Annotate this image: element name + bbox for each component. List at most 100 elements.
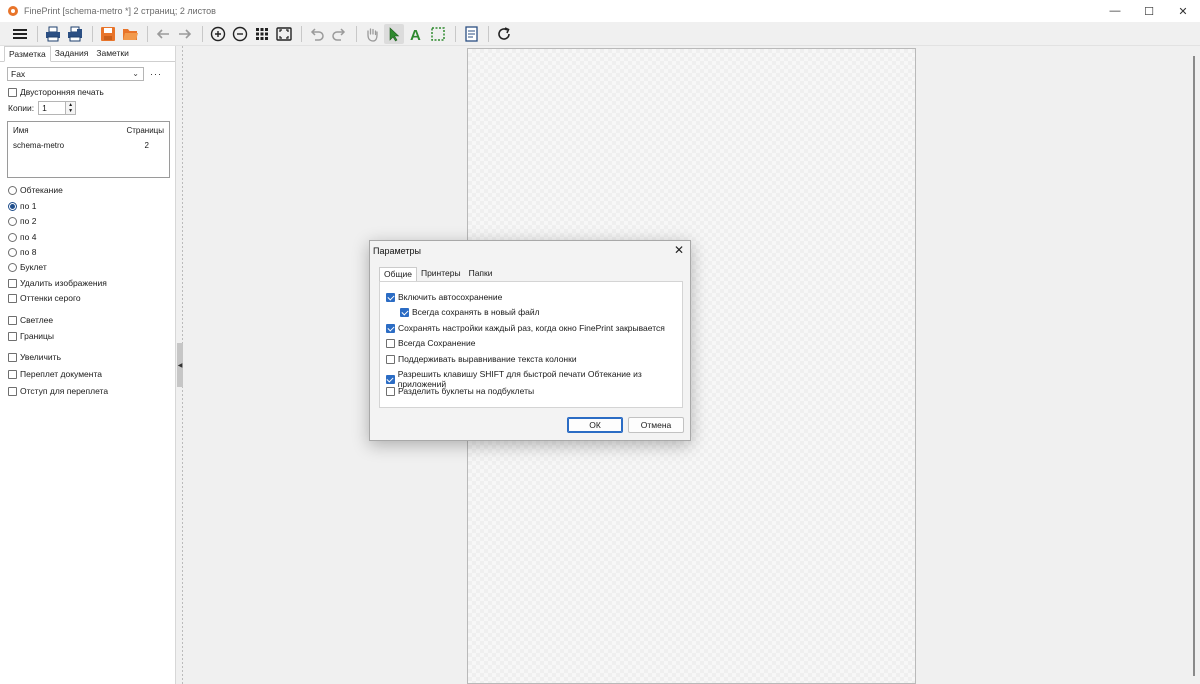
grid-icon[interactable] [252, 24, 272, 44]
printer-more-button[interactable]: ··· [150, 69, 162, 79]
fit-page-icon[interactable] [274, 24, 294, 44]
tab-notes[interactable]: Заметки [92, 46, 133, 62]
option-label: Всегда Сохранение [398, 338, 476, 348]
tab-jobs[interactable]: Задания [51, 46, 93, 62]
save-new-file-checkbox[interactable] [400, 307, 409, 317]
scrollbar-thumb[interactable] [1193, 56, 1195, 676]
layout-option-booklet[interactable]: Буклет [8, 262, 47, 272]
printer-select-value: Fax [11, 69, 26, 79]
column-pages: Страницы [126, 126, 164, 135]
option-autosave[interactable]: Включить автосохранение [386, 292, 502, 302]
refresh-icon[interactable] [494, 24, 514, 44]
open-folder-icon[interactable] [120, 24, 140, 44]
grayscale-checkbox[interactable] [8, 293, 17, 303]
radio-2up[interactable] [8, 216, 17, 226]
redo-icon[interactable] [329, 24, 349, 44]
option-always-save[interactable]: Всегда Сохранение [386, 338, 475, 348]
jobs-list[interactable]: Имя Страницы schema-metro 2 [7, 121, 170, 178]
always-save-checkbox[interactable] [386, 338, 395, 348]
binding-row[interactable]: Переплет документа [8, 369, 102, 379]
option-column-alignment[interactable]: Поддерживать выравнивание текста колонки [386, 354, 577, 364]
lighter-row[interactable]: Светлее [8, 315, 53, 325]
gutter-row[interactable]: Отступ для переплета [8, 386, 108, 396]
fineprint-app-icon [8, 6, 18, 16]
layout-option-wrap[interactable]: Обтекание [8, 185, 63, 195]
print-icon[interactable] [43, 24, 63, 44]
radio-label: Обтекание [20, 185, 63, 195]
forward-arrow-icon[interactable] [175, 24, 195, 44]
layout-option-4up[interactable]: по 4 [8, 232, 36, 242]
pointer-icon[interactable] [384, 23, 404, 44]
notes-icon[interactable] [461, 24, 481, 44]
checkbox-label: Переплет документа [20, 369, 102, 379]
tab-folders[interactable]: Папки [465, 267, 497, 281]
hand-icon[interactable] [362, 24, 382, 44]
dialog-tabs: Общие Принтеры Папки [379, 267, 497, 281]
ok-button[interactable]: ОК [567, 417, 623, 433]
close-icon[interactable]: ✕ [674, 243, 684, 257]
menu-icon[interactable] [10, 24, 30, 44]
save-settings-checkbox[interactable] [386, 323, 395, 333]
main-toolbar: A [0, 22, 1200, 46]
collapse-panel-icon[interactable]: ◀ [177, 343, 183, 387]
vertical-scrollbar[interactable] [1188, 46, 1200, 684]
printer-select[interactable]: Fax ⌄ [7, 67, 144, 81]
spinner-down-icon[interactable]: ▼ [68, 108, 73, 114]
tab-general[interactable]: Общие [379, 267, 417, 281]
duplex-checkbox[interactable] [8, 87, 17, 97]
lighter-checkbox[interactable] [8, 315, 17, 325]
back-arrow-icon[interactable] [153, 24, 173, 44]
select-icon[interactable] [428, 24, 448, 44]
option-split-booklets[interactable]: Разделить буклеты на подбуклеты [386, 386, 534, 396]
remove-images-checkbox[interactable] [8, 278, 17, 288]
gutter-checkbox[interactable] [8, 386, 17, 396]
enlarge-row[interactable]: Увеличить [8, 352, 61, 362]
copies-spinner[interactable]: ▲ ▼ [66, 101, 77, 115]
split-booklets-checkbox[interactable] [386, 386, 395, 396]
borders-checkbox[interactable] [8, 331, 17, 341]
radio-wrap[interactable] [8, 185, 17, 195]
layout-option-2up[interactable]: по 2 [8, 216, 36, 226]
zoom-out-icon[interactable] [230, 24, 250, 44]
option-save-new-file[interactable]: Всегда сохранять в новый файл [400, 307, 540, 317]
minimize-button[interactable]: — [1098, 0, 1132, 22]
option-label: Всегда сохранять в новый файл [412, 307, 540, 317]
tab-printers[interactable]: Принтеры [417, 267, 465, 281]
radio-1up[interactable] [8, 201, 17, 211]
zoom-in-icon[interactable] [208, 24, 228, 44]
duplex-row[interactable]: Двусторонняя печать [8, 87, 104, 97]
borders-row[interactable]: Границы [8, 331, 54, 341]
close-window-button[interactable]: ✕ [1166, 0, 1200, 22]
checkbox-label: Светлее [20, 315, 54, 325]
text-icon[interactable]: A [406, 24, 426, 44]
radio-label: по 1 [20, 201, 37, 211]
print-settings-icon[interactable] [65, 24, 85, 44]
toolbar-separator [37, 25, 38, 42]
enlarge-checkbox[interactable] [8, 352, 17, 362]
column-alignment-checkbox[interactable] [386, 354, 395, 364]
save-icon[interactable] [98, 24, 118, 44]
dialog-body: Включить автосохранение Всегда сохранять… [379, 281, 683, 408]
radio-label: по 2 [20, 216, 37, 226]
option-label: Поддерживать выравнивание текста колонки [398, 354, 577, 364]
copies-input[interactable]: 1 [38, 101, 67, 115]
cancel-button[interactable]: Отмена [628, 417, 684, 433]
tab-layout[interactable]: Разметка [4, 46, 51, 62]
option-save-settings[interactable]: Сохранять настройки каждый раз, когда ок… [386, 323, 665, 333]
radio-booklet[interactable] [8, 262, 17, 272]
radio-4up[interactable] [8, 232, 17, 242]
layout-option-8up[interactable]: по 8 [8, 247, 36, 257]
undo-icon[interactable] [307, 24, 327, 44]
autosave-checkbox[interactable] [386, 292, 395, 302]
panel-splitter[interactable]: ◀ [176, 46, 186, 684]
toolbar-separator [301, 25, 302, 42]
maximize-button[interactable]: ☐ [1132, 0, 1166, 22]
list-item[interactable]: schema-metro 2 [8, 135, 169, 150]
shift-quick-print-checkbox[interactable] [386, 374, 395, 384]
remove-images-row[interactable]: Удалить изображения [8, 278, 107, 288]
layout-option-1up[interactable]: по 1 [8, 201, 36, 211]
checkbox-label: Оттенки серого [20, 293, 81, 303]
radio-8up[interactable] [8, 247, 17, 257]
grayscale-row[interactable]: Оттенки серого [8, 293, 81, 303]
binding-checkbox[interactable] [8, 369, 17, 379]
